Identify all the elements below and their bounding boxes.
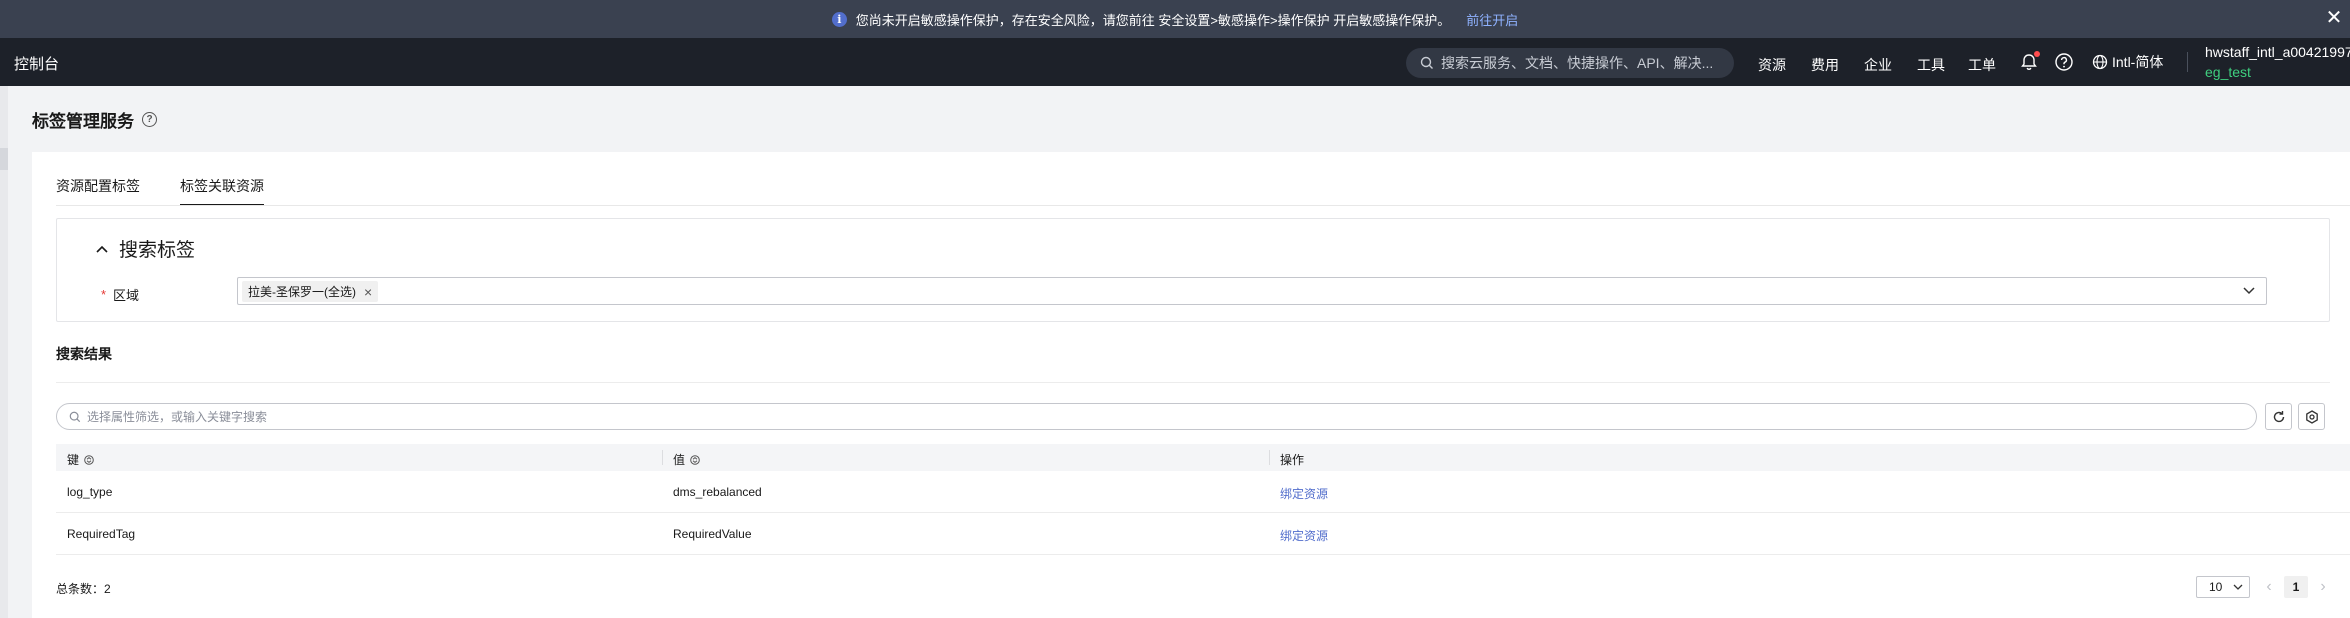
nav-item-enterprise[interactable]: 企业: [1864, 55, 1892, 75]
bell-icon[interactable]: [2019, 51, 2040, 72]
sort-icon[interactable]: [690, 454, 700, 465]
chevron-up-icon: [96, 245, 108, 253]
question-circle-icon[interactable]: ?: [142, 112, 157, 127]
filter-placeholder: 选择属性筛选，或输入关键字搜索: [87, 410, 268, 424]
table-row: log_type dms_rebalanced 绑定资源: [56, 472, 2350, 513]
global-search-placeholder: 搜索云服务、文档、快捷操作、API、解决...: [1441, 55, 1714, 71]
nav-item-resources[interactable]: 资源: [1758, 55, 1786, 75]
refresh-icon: [2273, 410, 2284, 422]
bind-resource-link[interactable]: 绑定资源: [1280, 527, 1328, 544]
bind-resource-link[interactable]: 绑定资源: [1280, 485, 1328, 502]
next-page-button[interactable]: ›: [2313, 576, 2333, 598]
page-size-value: 10: [2209, 580, 2223, 594]
nav-item-tickets[interactable]: 工单: [1968, 55, 1996, 75]
language-label: Intl-简体: [2112, 54, 2164, 70]
tab-bar: 资源配置标签 标签关联资源: [56, 176, 304, 208]
search-icon: [69, 411, 81, 422]
column-divider[interactable]: [662, 450, 663, 465]
page-number-current[interactable]: 1: [2284, 576, 2308, 598]
notice-enable-link[interactable]: 前往开启: [1466, 10, 1518, 29]
sort-icon[interactable]: [84, 454, 94, 465]
page-title: 标签管理服务 ?: [32, 107, 157, 132]
column-header-key[interactable]: 键: [67, 451, 94, 468]
chevron-down-icon: [2233, 584, 2243, 590]
info-icon: i: [831, 11, 847, 27]
top-navigation-bar: 控制台 搜索云服务、文档、快捷操作、API、解决... 资源 费用 企业 工具 …: [0, 38, 2350, 86]
settings-button[interactable]: [2298, 403, 2325, 430]
chip-remove-icon[interactable]: ×: [364, 284, 372, 300]
column-divider[interactable]: [1269, 450, 1270, 465]
search-results-title: 搜索结果: [56, 346, 112, 362]
refresh-button[interactable]: [2265, 403, 2292, 430]
column-header-actions: 操作: [1280, 451, 1304, 468]
collapsed-sidebar[interactable]: [0, 86, 8, 618]
row-value: dms_rebalanced: [673, 485, 762, 499]
attribute-filter-input[interactable]: 选择属性筛选，或输入关键字搜索: [56, 403, 2257, 430]
nav-divider: [2187, 52, 2188, 72]
tab-divider: [56, 205, 2350, 206]
current-project-name[interactable]: eg_test: [2205, 64, 2251, 80]
row-key: RequiredTag: [67, 527, 136, 541]
required-mark: *: [101, 287, 107, 302]
column-header-value[interactable]: 值: [673, 451, 700, 468]
table-row: RequiredTag RequiredValue 绑定资源: [56, 514, 2350, 555]
language-switcher[interactable]: Intl-简体: [2092, 52, 2182, 72]
column-header-value-label: 值: [673, 453, 686, 467]
global-search-input[interactable]: 搜索云服务、文档、快捷操作、API、解决...: [1406, 48, 1734, 78]
region-label: 区域: [113, 288, 140, 303]
console-home-link[interactable]: 控制台: [14, 53, 59, 74]
column-header-key-label: 键: [67, 453, 80, 467]
chevron-down-icon: [2243, 287, 2255, 295]
total-count: 总条数：2: [56, 582, 111, 596]
search-panel-title: 搜索标签: [119, 240, 196, 261]
page-size-select[interactable]: 10: [2196, 576, 2250, 598]
gear-icon: [2305, 409, 2318, 424]
tab-resource-config-tags[interactable]: 资源配置标签: [56, 176, 140, 206]
tag-search-panel: 搜索标签 * 区域 拉美-圣保罗一(全选) ×: [56, 218, 2330, 322]
region-chip-label: 拉美-圣保罗一(全选): [248, 285, 356, 299]
notice-text: 您尚未开启敏感操作保护，存在安全风险，请您前往 安全设置>敏感操作>操作保护 开…: [855, 12, 1451, 28]
results-divider: [56, 382, 2330, 383]
user-account-name[interactable]: hwstaff_intl_a004219970: [2205, 44, 2350, 60]
table-header: 键 值 操作: [56, 444, 2350, 471]
page-title-text: 标签管理服务: [32, 112, 134, 131]
main-content-card: 资源配置标签 标签关联资源 搜索标签 * 区域 拉美-圣保罗一(全选) × 搜索…: [32, 152, 2350, 618]
search-panel-toggle[interactable]: 搜索标签: [95, 235, 195, 262]
globe-icon: [2092, 54, 2108, 70]
row-key: log_type: [67, 485, 113, 499]
tab-tag-associated-resources[interactable]: 标签关联资源: [180, 176, 264, 206]
region-select[interactable]: 拉美-圣保罗一(全选) ×: [237, 277, 2267, 305]
region-chip: 拉美-圣保罗一(全选) ×: [242, 281, 379, 302]
help-icon[interactable]: [2054, 52, 2074, 72]
sidebar-toggle-handle[interactable]: [0, 148, 8, 170]
notification-dot: [2034, 51, 2040, 57]
row-value: RequiredValue: [673, 527, 752, 541]
search-icon: [1420, 56, 1433, 69]
security-notice-bar: i 您尚未开启敏感操作保护，存在安全风险，请您前往 安全设置>敏感操作>操作保护…: [0, 0, 2350, 38]
prev-page-button[interactable]: ‹: [2259, 576, 2279, 598]
nav-item-billing[interactable]: 费用: [1811, 55, 1839, 75]
nav-item-tools[interactable]: 工具: [1917, 55, 1945, 75]
column-header-actions-label: 操作: [1280, 453, 1305, 467]
close-icon[interactable]: ✕: [2324, 7, 2344, 29]
